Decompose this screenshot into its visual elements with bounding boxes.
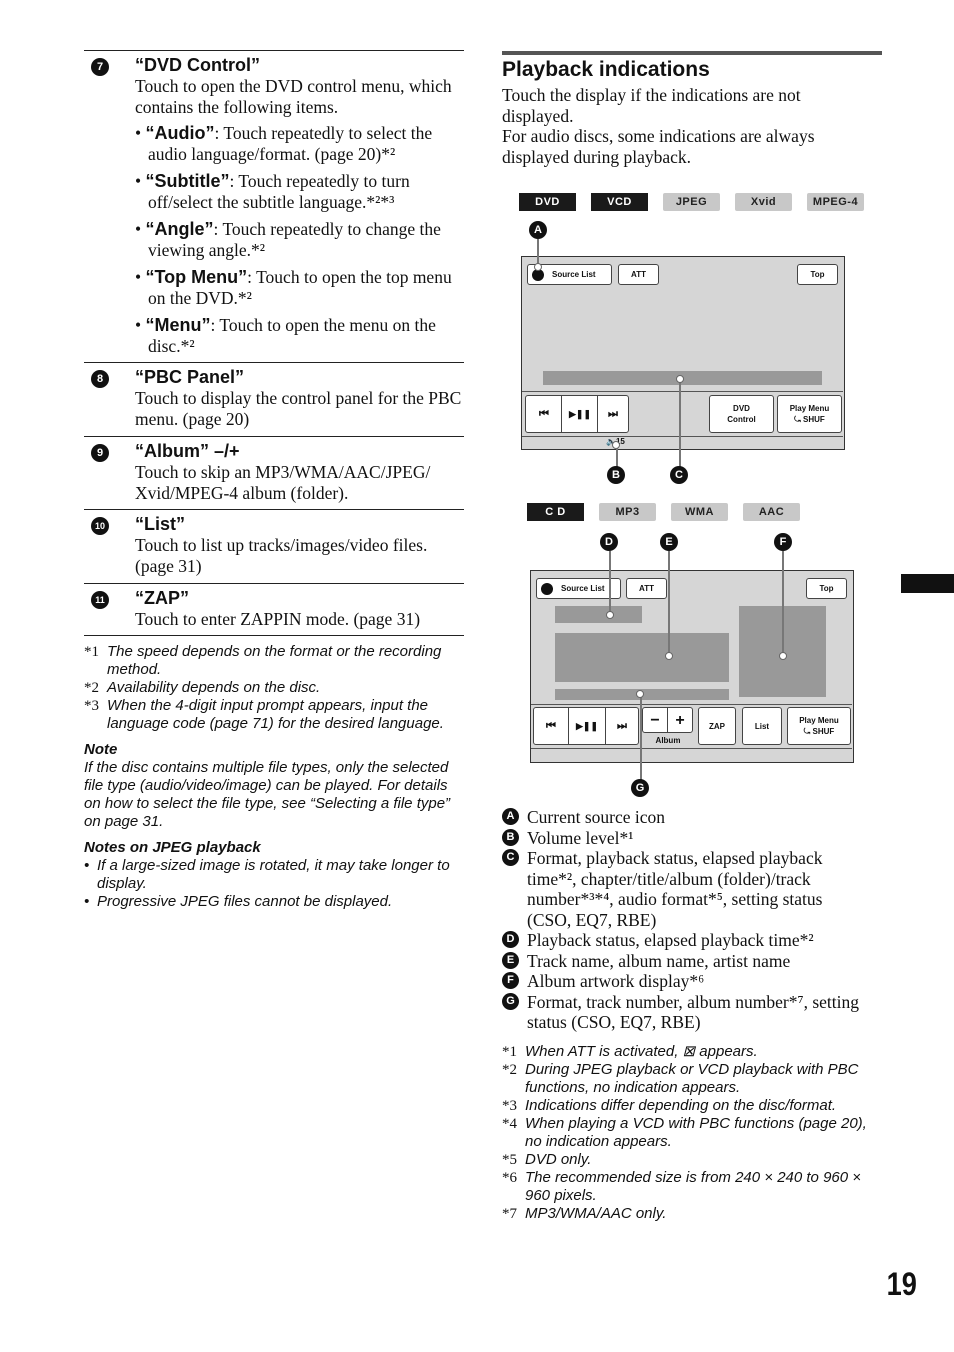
callout-e: E xyxy=(660,533,678,551)
att-button: ATT xyxy=(626,578,667,599)
zap-button: ZAP xyxy=(698,707,736,745)
audio-screen-diagram: Source List ATT Top ⏮ ▶❚❚ ⏭ − + Album ZA… xyxy=(530,570,854,763)
prev-icon: ⏮ xyxy=(525,395,563,433)
prev-icon: ⏮ xyxy=(533,707,569,745)
intro: Touch the display if the indications are… xyxy=(502,85,815,167)
number-badge: 11 xyxy=(91,591,109,609)
bullet-item: • “Menu”: Touch to open the menu on the … xyxy=(135,315,436,356)
jpeg-note: Progressive JPEG files cannot be display… xyxy=(97,893,393,910)
section-zap: 11 “ZAP” Touch to enter ZAPPIN mode. (pag… xyxy=(84,583,464,636)
right-header-rule xyxy=(502,51,882,55)
next-icon: ⏭ xyxy=(597,395,629,433)
callout-a: A xyxy=(529,221,547,239)
number-badge: 10 xyxy=(91,517,109,535)
legend-item: G Format, track number, album number*⁷, s… xyxy=(502,992,862,1033)
bullet-item: • “Top Menu”: Touch to open the top menu… xyxy=(135,267,452,308)
legend-item: F Album artwork display*⁶ xyxy=(502,971,862,992)
section-title: “ZAP” xyxy=(135,588,189,608)
number-badge: 8 xyxy=(91,370,109,388)
next-icon: ⏭ xyxy=(605,707,639,745)
callout-f: F xyxy=(774,533,792,551)
page-number: 19 xyxy=(886,1266,917,1302)
jpeg-notes-title: Notes on JPEG playback xyxy=(84,839,261,856)
play-menu-button: Play Menu ⤿ SHUF xyxy=(787,707,851,745)
jpeg-note: If a large-sized image is rotated, it ma… xyxy=(97,857,450,892)
bullet-item: • “Audio”: Touch repeatedly to select th… xyxy=(135,123,433,164)
format-tag: Xvid xyxy=(735,193,792,211)
format-tag: DVD xyxy=(519,193,576,211)
format-tag: WMA xyxy=(671,503,728,521)
section-text: Touch to skip an MP3/WMA/AAC/JPEG/ Xvid/… xyxy=(135,462,431,503)
format-tag: C D xyxy=(527,503,584,521)
section-text: Touch to list up tracks/images/video fil… xyxy=(135,535,428,576)
format-tag: AAC xyxy=(743,503,800,521)
playback-status-area xyxy=(555,606,642,623)
note-title: Note xyxy=(84,741,118,758)
track-info-area xyxy=(555,633,729,682)
format-tag: MP3 xyxy=(599,503,656,521)
format-tag: JPEG xyxy=(663,193,720,211)
number-badge: 7 xyxy=(91,58,109,76)
top-button: Top xyxy=(806,578,847,599)
format-tag: MPEG-4 xyxy=(807,193,864,211)
page-title: Playback indications xyxy=(502,58,710,81)
note-text: If the disc contains multiple file types… xyxy=(84,759,451,830)
section-pbc-panel: 8 “PBC Panel” Touch to display the contro… xyxy=(84,362,464,429)
album-label: Album xyxy=(655,736,681,745)
section-album: 9 “Album” –/+ Touch to skip an MP3/WMA/AA… xyxy=(84,436,464,503)
album-minus-button: − xyxy=(642,707,668,733)
section-title: “DVD Control” xyxy=(135,55,260,75)
section-title: “Album” –/+ xyxy=(135,441,240,461)
right-footnotes: *1 When ATT is activated, ⊠ appears. *2 Du… xyxy=(502,1043,867,1222)
section-title: “PBC Panel” xyxy=(135,367,245,387)
format-tag: VCD xyxy=(591,193,648,211)
bullet-item: • “Subtitle”: Touch repeatedly to turn o… xyxy=(135,171,410,212)
callout-g: G xyxy=(631,779,649,797)
section-list: 10 “List” Touch to list up tracks/images/… xyxy=(84,509,464,576)
bullet-item: • “Angle”: Touch repeatedly to change th… xyxy=(135,219,441,260)
left-footnotes: *1 The speed depends on the format or the… xyxy=(84,643,466,911)
legend: A Current source icon B Volume level*¹ C Fo… xyxy=(502,807,862,1033)
legend-item: C Format, playback status, elapsed playba… xyxy=(502,848,862,930)
disc-icon xyxy=(541,582,553,595)
dvd-control-button: DVD Control xyxy=(709,395,774,433)
play-menu-button: Play Menu ⤿ SHUF xyxy=(777,395,842,433)
section-text: Touch to open the DVD control menu, whic… xyxy=(135,76,452,117)
legend-item: E Track name, album name, artist name xyxy=(502,951,862,972)
chapter-tab xyxy=(901,574,954,593)
play-pause-icon: ▶❚❚ xyxy=(561,395,599,433)
list-button: List xyxy=(742,707,782,745)
dvd-screen-diagram: Source List ATT Top ⏮ ▶❚❚ ⏭ DVD Control P… xyxy=(521,256,845,450)
callout-d: D xyxy=(600,533,618,551)
top-button: Top xyxy=(797,264,838,285)
section-dvd-control: 7 “DVD Control” Touch to open the DVD co… xyxy=(84,50,464,356)
section-text: Touch to display the control panel for t… xyxy=(135,388,462,429)
callout-c: C xyxy=(670,466,688,484)
section-title: “List” xyxy=(135,514,186,534)
play-pause-icon: ▶❚❚ xyxy=(568,707,606,745)
att-button: ATT xyxy=(618,264,659,285)
callout-b: B xyxy=(607,466,625,484)
legend-item: B Volume level*¹ xyxy=(502,828,862,849)
section-text: Touch to enter ZAPPIN mode. (page 31) xyxy=(135,609,421,629)
number-badge: 9 xyxy=(91,444,109,462)
legend-item: A Current source icon xyxy=(502,807,862,828)
legend-item: D Playback status, elapsed playback time*… xyxy=(502,930,862,951)
album-plus-button: + xyxy=(667,707,693,733)
